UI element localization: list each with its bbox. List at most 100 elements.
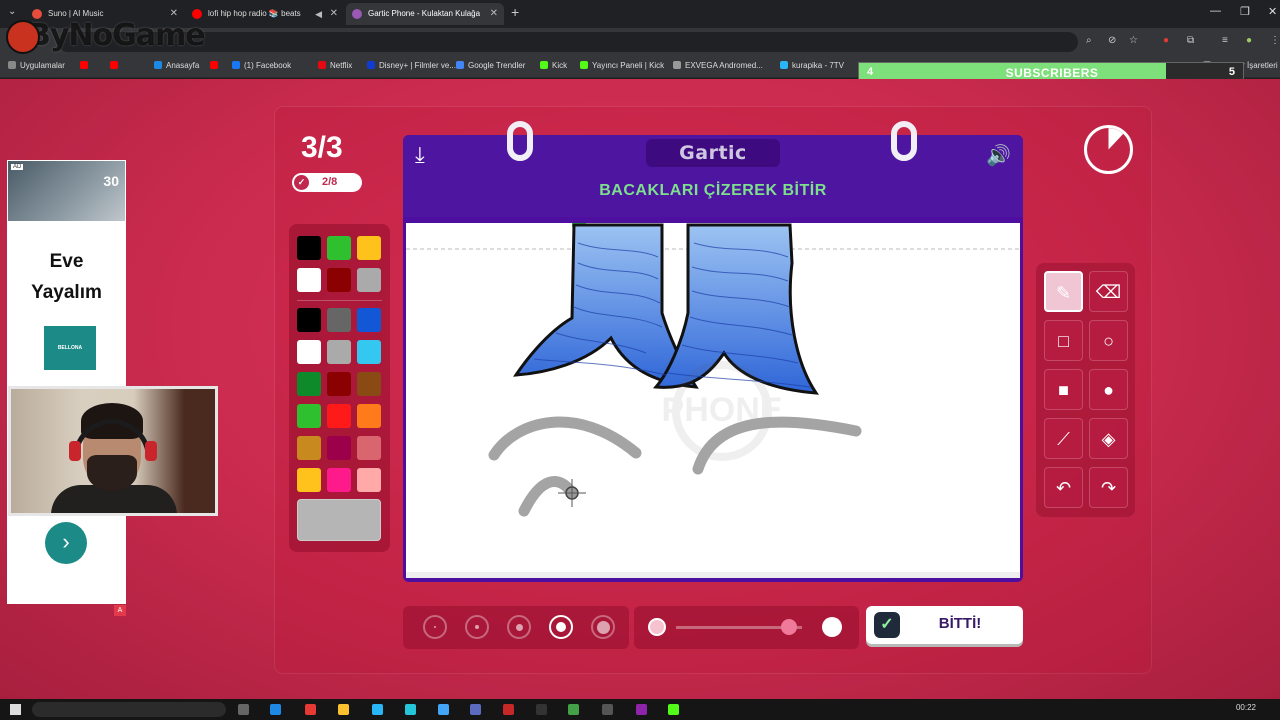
ad-choices-icon[interactable]: A bbox=[114, 605, 126, 616]
download-icon[interactable]: ⤓ bbox=[415, 142, 425, 168]
color-swatch[interactable] bbox=[297, 372, 321, 396]
eraser-tool[interactable]: ⌫ bbox=[1089, 271, 1128, 312]
star-icon[interactable]: ☆ bbox=[1129, 35, 1138, 46]
pencil-tool[interactable]: ✎ bbox=[1044, 271, 1083, 312]
app-icon[interactable] bbox=[503, 704, 514, 715]
color-swatch[interactable] bbox=[357, 340, 381, 364]
omnibox[interactable] bbox=[58, 32, 1078, 52]
bookmark-item[interactable] bbox=[110, 61, 122, 70]
ellipse-outline-tool[interactable]: ○ bbox=[1089, 320, 1128, 361]
color-swatch[interactable] bbox=[357, 468, 381, 492]
bookmark-item[interactable]: Uygulamalar bbox=[8, 61, 65, 70]
color-swatch[interactable] bbox=[357, 308, 381, 332]
bookmark-item[interactable]: Anasayfa bbox=[154, 61, 199, 70]
color-swatch[interactable] bbox=[357, 268, 381, 292]
bookmark-item[interactable]: Kick bbox=[540, 61, 567, 70]
app-icon[interactable] bbox=[438, 704, 449, 715]
opacity-knob[interactable] bbox=[781, 619, 798, 635]
tab-gartic[interactable]: Gartic Phone - Kulaktan Kulağa ✕ bbox=[346, 3, 504, 25]
bookmark-item[interactable]: Yayıncı Paneli | Kick bbox=[580, 61, 664, 70]
tab-lofi[interactable]: lofi hip hop radio 📚 beats ◀ ✕ bbox=[186, 3, 344, 25]
color-swatch[interactable] bbox=[327, 468, 351, 492]
volume-icon[interactable]: 🔊 bbox=[986, 143, 1011, 168]
bookmark-item[interactable]: Disney+ | Filmler ve... bbox=[367, 61, 456, 70]
new-tab-icon[interactable]: + bbox=[511, 4, 519, 20]
color-swatch[interactable] bbox=[327, 308, 351, 332]
brush-size-option[interactable] bbox=[423, 615, 447, 639]
extensions-puzzle-icon[interactable]: ⧉ bbox=[1187, 35, 1194, 46]
brush-size-option[interactable] bbox=[549, 615, 573, 639]
tab-list-icon[interactable]: ≡ bbox=[1222, 35, 1228, 46]
app-icon[interactable] bbox=[372, 704, 383, 715]
drawing-canvas[interactable]: PHONE bbox=[406, 223, 1020, 578]
avatar-icon[interactable]: ● bbox=[1246, 35, 1252, 46]
color-swatch[interactable] bbox=[327, 340, 351, 364]
color-swatch[interactable] bbox=[297, 236, 321, 260]
color-swatch[interactable] bbox=[297, 468, 321, 492]
edge-icon[interactable] bbox=[270, 704, 281, 715]
ad-image: AD 30 bbox=[8, 161, 125, 221]
task-view-icon[interactable] bbox=[238, 704, 249, 715]
ad-banner[interactable]: AD 30 Eve Yayalım BELLONA › bbox=[7, 160, 126, 604]
color-swatch[interactable] bbox=[327, 372, 351, 396]
app-icon[interactable] bbox=[602, 704, 613, 715]
windows-start-icon[interactable] bbox=[10, 704, 21, 715]
close-window-icon[interactable]: ✕ bbox=[1268, 5, 1277, 18]
folder-icon[interactable] bbox=[338, 704, 349, 715]
color-swatch[interactable] bbox=[327, 268, 351, 292]
line-tool[interactable]: ⟋ bbox=[1044, 418, 1083, 459]
app-icon[interactable] bbox=[405, 704, 416, 715]
undo-tool[interactable]: ↶ bbox=[1044, 467, 1083, 508]
color-swatch[interactable] bbox=[327, 436, 351, 460]
color-swatch[interactable] bbox=[357, 372, 381, 396]
bookmark-item[interactable] bbox=[210, 61, 222, 70]
bookmark-item[interactable]: (1) Facebook bbox=[232, 61, 291, 70]
chevron-right-icon[interactable]: › bbox=[45, 522, 87, 564]
redo-tool[interactable]: ↷ bbox=[1089, 467, 1128, 508]
zoom-icon[interactable]: ⌕ bbox=[1086, 35, 1092, 46]
color-swatch[interactable] bbox=[327, 404, 351, 428]
done-button[interactable]: ✓ BİTTİ! bbox=[866, 606, 1023, 644]
color-swatch[interactable] bbox=[297, 308, 321, 332]
brush-size-option[interactable] bbox=[507, 615, 531, 639]
bookmark-item[interactable]: Netflix bbox=[318, 61, 352, 70]
bookmark-item[interactable] bbox=[80, 61, 92, 70]
app-icon[interactable] bbox=[470, 704, 481, 715]
drawing-tools: ✎ ⌫ □ ○ ■ ● ⟋ ◈ ↶ ↷ bbox=[1036, 263, 1135, 517]
color-swatch[interactable] bbox=[357, 404, 381, 428]
ellipse-fill-tool[interactable]: ● bbox=[1089, 369, 1128, 410]
app-icon[interactable] bbox=[536, 704, 547, 715]
brush-size-option[interactable] bbox=[591, 615, 615, 639]
extension-icon[interactable]: ● bbox=[1163, 35, 1169, 46]
binder-ring-right bbox=[891, 121, 917, 161]
color-swatch[interactable] bbox=[357, 236, 381, 260]
color-swatch[interactable] bbox=[357, 436, 381, 460]
close-tab-icon[interactable]: ✕ bbox=[490, 3, 498, 25]
app-icon[interactable] bbox=[568, 704, 579, 715]
rect-fill-tool[interactable]: ■ bbox=[1044, 369, 1083, 410]
bookmark-item[interactable]: EXVEGA Andromed... bbox=[673, 61, 763, 70]
tab-search-icon[interactable]: ⌄ bbox=[8, 6, 16, 17]
app-icon[interactable] bbox=[668, 704, 679, 715]
speaker-icon[interactable]: ◀ bbox=[315, 3, 322, 25]
minimize-icon[interactable]: — bbox=[1210, 5, 1221, 17]
brush-size-option[interactable] bbox=[465, 615, 489, 639]
color-swatch[interactable] bbox=[297, 436, 321, 460]
bookmark-item[interactable]: kurapika - 7TV bbox=[780, 61, 844, 70]
bookmark-item[interactable]: Google Trendler bbox=[456, 61, 525, 70]
color-swatch[interactable] bbox=[297, 268, 321, 292]
close-tab-icon[interactable]: ✕ bbox=[330, 3, 338, 25]
menu-kebab-icon[interactable]: ⋮ bbox=[1270, 35, 1280, 46]
color-swatch[interactable] bbox=[297, 340, 321, 364]
app-icon[interactable] bbox=[636, 704, 647, 715]
tab-title: lofi hip hop radio 📚 beats bbox=[208, 9, 301, 18]
restore-icon[interactable]: ❐ bbox=[1240, 5, 1250, 18]
color-swatch[interactable] bbox=[297, 404, 321, 428]
rect-outline-tool[interactable]: □ bbox=[1044, 320, 1083, 361]
eye-off-icon[interactable]: ⊘ bbox=[1108, 35, 1116, 46]
fill-tool[interactable]: ◈ bbox=[1089, 418, 1128, 459]
taskbar-search[interactable] bbox=[32, 702, 226, 717]
chrome-icon[interactable] bbox=[305, 704, 316, 715]
color-swatch[interactable] bbox=[327, 236, 351, 260]
opacity-slider[interactable] bbox=[634, 606, 859, 649]
